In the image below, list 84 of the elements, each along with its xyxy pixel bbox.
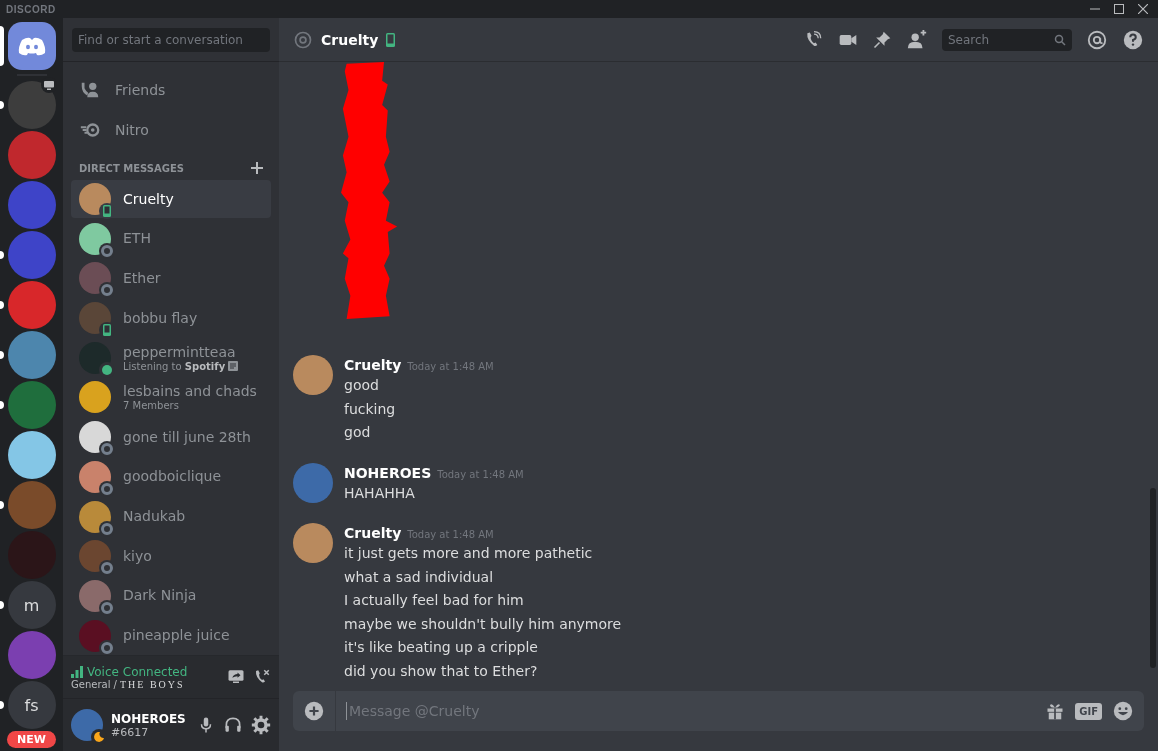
nav-link[interactable]: Friends [115,82,166,98]
close-icon[interactable] [1138,4,1148,14]
activity-icon[interactable] [228,361,239,372]
message-text: good [344,376,380,395]
dm-name: pineapple juice [123,627,230,645]
screen-share-icon[interactable] [227,668,245,686]
username: NOHEROES [111,711,187,726]
message-text: it's like beating up a cripple [344,638,539,657]
dm-name: Ether [123,269,161,287]
voice-status: Voice Connected [87,664,188,679]
dm-item[interactable]: Ether [71,259,271,298]
voice-channel[interactable]: General / [71,678,117,690]
dm-subtitle: 7 Members [123,400,179,412]
dm-name: Nadukab [123,508,186,525]
dm-name: bobbu flay [123,309,198,327]
message-timestamp: Today at 1:48 AM [407,529,494,540]
avatar[interactable] [71,709,103,741]
dm-item[interactable]: Cruelty [71,180,271,218]
search-input[interactable]: Search [948,32,1054,47]
add-member-icon[interactable] [906,28,928,51]
dm-item[interactable]: Nadukab [71,497,271,536]
dm-name: Cruelty [123,190,174,208]
dm-name: goodboiclique [123,468,222,486]
dm-item[interactable]: Dark Ninja [71,576,271,615]
new-badge[interactable]: NEW [7,731,56,748]
message-author[interactable]: NOHEROES [344,464,432,481]
dm-item[interactable]: gone till june 28th [71,418,271,457]
discord-logo [17,36,46,56]
help-icon[interactable] [1122,28,1144,51]
message-text: did you show that to Ether? [344,661,539,681]
search-field[interactable]: Find or start a conversation [72,27,270,52]
message-timestamp: Today at 1:48 AM [407,361,494,372]
message-author[interactable]: Cruelty [344,357,402,373]
message-text: HAHAHHA [344,483,416,503]
nav-link[interactable]: Nitro [115,122,149,138]
scrollbar[interactable] [1150,488,1156,668]
dm-name: Dark Ninja [123,587,197,605]
message-text: fucking [344,399,397,419]
channel-title: Cruelty [321,31,379,48]
dm-item[interactable]: bobbu flay [71,299,271,338]
settings-icon[interactable] [251,715,271,735]
dm-name: kiyo [123,547,152,565]
emoji-icon[interactable] [1112,700,1134,722]
dm-subtitle: Listening to Spotify [123,360,226,372]
message-text: I actually feel bad for him [344,591,525,610]
search-field[interactable]: Search [942,28,1072,51]
server-icon[interactable] [7,331,56,379]
server-icon[interactable] [7,431,56,479]
section-heading: DIRECT MESSAGES [79,162,184,174]
dm-name: ETH [123,230,151,248]
server-icon[interactable]: m [7,581,56,629]
dm-item[interactable]: pineapple juice [71,616,271,655]
search-icon[interactable] [1054,33,1066,46]
dm-item[interactable]: goodboiclique [71,457,271,496]
message-text: maybe we shouldn't bully him anymore [344,614,622,634]
plus-icon[interactable] [251,162,263,174]
dm-item[interactable]: lesbains and chads 7 Members [71,378,271,417]
gift-icon[interactable] [1045,701,1066,721]
maximize-icon[interactable] [1114,4,1124,14]
dm-item[interactable]: kiyo [71,537,271,576]
add-attachment-icon[interactable] [303,700,325,722]
dm-name: lesbains and chads [123,383,257,401]
dm-name: gone till june 28th [123,428,251,446]
gif-button[interactable]: GIF [1075,702,1102,720]
dm-name: peppermintteaa [123,343,237,361]
server-icon[interactable]: fs [7,681,56,729]
user-tag: #6617 [111,725,189,739]
dm-item[interactable]: ETH [71,219,271,258]
home-button[interactable] [7,22,56,70]
voice-server: THE BOYS [119,678,185,690]
mentions-icon[interactable] [1086,28,1108,51]
avatar[interactable] [293,523,333,563]
message-timestamp: Today at 1:48 AM [437,468,524,480]
message-text: it just gets more and more pathetic [344,544,594,563]
headphones-icon[interactable] [223,715,243,735]
server-icon[interactable] [7,81,56,129]
message-author[interactable]: Cruelty [344,525,402,541]
pin-icon[interactable] [872,29,892,50]
message-text: what a sad individual [344,567,495,587]
dm-item[interactable]: peppermintteaa Listening to Spotify [71,338,271,377]
message-text: god [344,423,372,442]
app-brand: DISCORD [6,3,56,15]
avatar[interactable] [293,355,333,395]
signal-icon[interactable] [71,665,83,678]
